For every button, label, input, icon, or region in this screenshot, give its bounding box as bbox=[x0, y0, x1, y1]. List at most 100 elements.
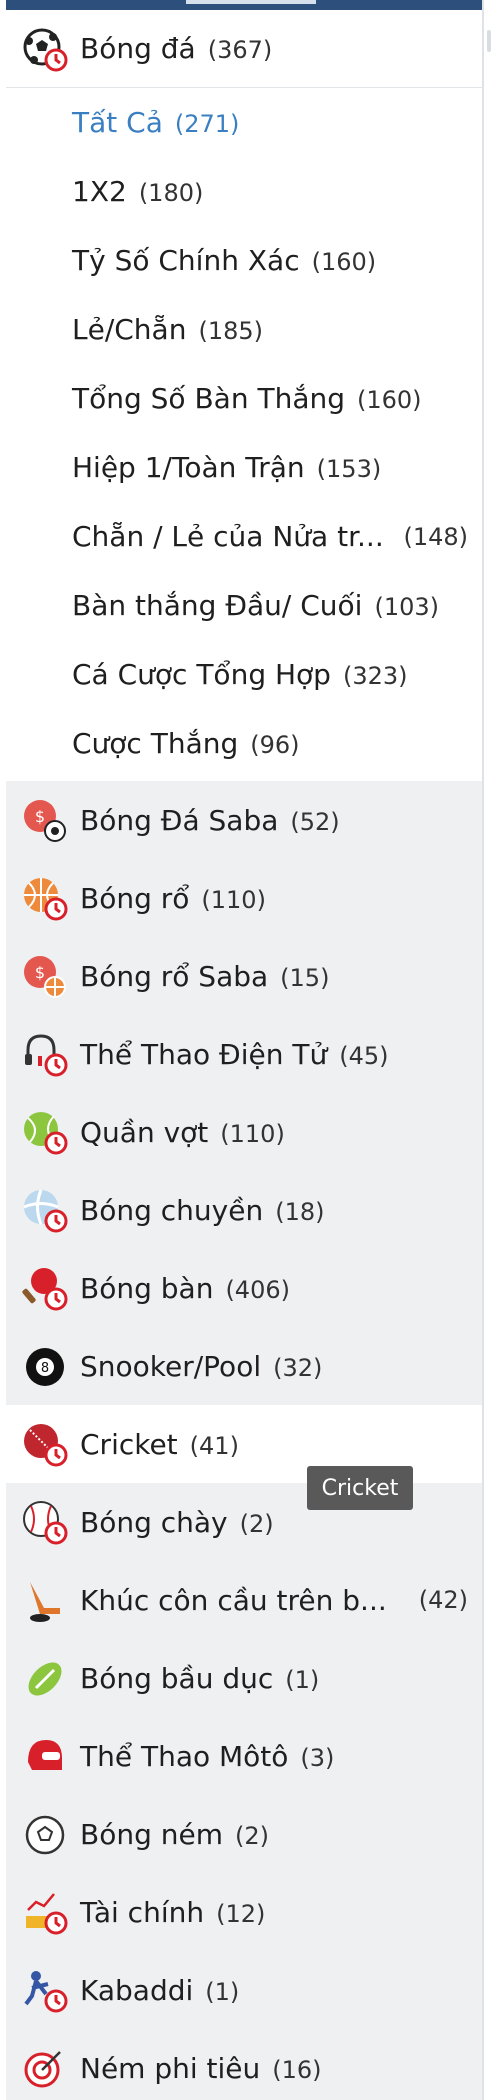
submenu-item-mix-parlay[interactable]: Cá Cược Tổng Hợp (323) bbox=[6, 640, 492, 709]
sport-count: (367) bbox=[207, 36, 273, 64]
submenu-item-half-odd-even[interactable]: Chẵn / Lẻ của Nửa tr... (148) bbox=[6, 502, 492, 571]
saba-basketball-icon: $ bbox=[24, 956, 66, 998]
saba-soccer-icon: $ bbox=[24, 800, 66, 842]
sport-count: (406) bbox=[225, 1275, 290, 1304]
sport-label: Bóng chuyền bbox=[80, 1193, 264, 1227]
sport-item-soccer[interactable]: Bóng đá (367) bbox=[6, 10, 492, 88]
volleyball-icon bbox=[23, 1189, 68, 1233]
submenu-count: (271) bbox=[174, 110, 240, 138]
basketball-icon bbox=[24, 878, 68, 921]
sport-label: Bóng rổ bbox=[80, 881, 190, 915]
sport-item-saba-soccer[interactable]: $ Bóng Đá Saba (52) bbox=[6, 781, 492, 859]
submenu-label: Cá Cược Tổng Hợp bbox=[72, 658, 331, 691]
sport-label: Bóng Đá Saba bbox=[80, 803, 279, 837]
sport-item-finance[interactable]: Tài chính (12) bbox=[6, 1873, 492, 1951]
submenu-item-first-last-goal[interactable]: Bàn thắng Đầu/ Cuối (103) bbox=[6, 571, 492, 640]
submenu-item-odd-even[interactable]: Lẻ/Chẵn (185) bbox=[6, 295, 492, 364]
sport-count: (42) bbox=[418, 1586, 468, 1614]
sport-count: (110) bbox=[220, 1119, 285, 1148]
sport-count: (41) bbox=[189, 1431, 239, 1460]
sport-item-ice-hockey[interactable]: Khúc côn cầu trên b... (42) bbox=[6, 1561, 492, 1639]
svg-text:8: 8 bbox=[41, 1361, 49, 1376]
sport-count: (45) bbox=[339, 1041, 389, 1070]
sport-count: (52) bbox=[290, 807, 340, 836]
sport-item-kabaddi[interactable]: Kabaddi (1) bbox=[6, 1951, 492, 2029]
kabaddi-icon bbox=[24, 1971, 68, 2013]
sport-label: Quần vợt bbox=[80, 1115, 209, 1149]
sport-label: Cricket bbox=[80, 1427, 178, 1461]
sport-count: (1) bbox=[285, 1665, 320, 1694]
sport-label: Bóng bàn bbox=[80, 1271, 214, 1305]
sport-count: (3) bbox=[300, 1743, 335, 1772]
submenu-count: (103) bbox=[374, 593, 440, 621]
finance-icon bbox=[26, 1893, 68, 1935]
sport-label: Ném phi tiêu bbox=[80, 2051, 261, 2085]
sport-count: (16) bbox=[272, 2055, 322, 2084]
submenu-item-total-goals[interactable]: Tổng Số Bàn Thắng (160) bbox=[6, 364, 492, 433]
tennis-icon bbox=[24, 1112, 68, 1155]
submenu-count: (153) bbox=[316, 455, 382, 483]
tooltip-cricket: Cricket bbox=[307, 1466, 413, 1510]
sport-label: Khúc côn cầu trên b... bbox=[80, 1583, 387, 1617]
sports-menu-panel: Bóng đá (367) Tất Cả (271) 1X2 (180) Tỷ Số … bbox=[6, 0, 492, 2100]
submenu-label: Chẵn / Lẻ của Nửa tr... bbox=[72, 520, 384, 553]
sport-item-table-tennis[interactable]: Bóng bàn (406) bbox=[6, 1249, 492, 1327]
submenu-count: (160) bbox=[357, 386, 422, 414]
submenu-item-all[interactable]: Tất Cả (271) bbox=[6, 88, 492, 157]
sport-count: (1) bbox=[205, 1977, 240, 2006]
submenu-label: Tỷ Số Chính Xác bbox=[72, 244, 300, 277]
submenu-count: (148) bbox=[403, 522, 468, 551]
sport-count: (32) bbox=[273, 1353, 323, 1382]
sport-label: Snooker/Pool bbox=[80, 1349, 262, 1383]
sport-item-basketball[interactable]: Bóng rổ (110) bbox=[6, 859, 492, 937]
rugby-ball-icon bbox=[28, 1662, 62, 1696]
submenu-label: Hiệp 1/Toàn Trận bbox=[72, 451, 305, 484]
submenu-item-correct-score[interactable]: Tỷ Số Chính Xác (160) bbox=[6, 226, 492, 295]
submenu-label: 1X2 bbox=[72, 175, 127, 208]
sport-item-cricket[interactable]: Cricket (41) bbox=[6, 1405, 492, 1483]
submenu-count: (185) bbox=[198, 317, 264, 345]
ice-hockey-icon bbox=[30, 1582, 60, 1622]
sport-count: (2) bbox=[239, 1509, 274, 1538]
scrollbar[interactable] bbox=[482, 0, 492, 2100]
soccer-ball-icon bbox=[23, 28, 68, 72]
scrollbar-thumb[interactable] bbox=[487, 30, 491, 52]
top-bar-active-tab[interactable] bbox=[186, 0, 316, 4]
submenu-item-outright[interactable]: Cược Thắng (96) bbox=[6, 709, 492, 778]
sport-item-rugby[interactable]: Bóng bầu dục (1) bbox=[6, 1639, 492, 1717]
submenu-label: Bàn thắng Đầu/ Cuối bbox=[72, 589, 363, 622]
sport-item-volleyball[interactable]: Bóng chuyền (18) bbox=[6, 1171, 492, 1249]
sport-item-snooker-pool[interactable]: 8 Snooker/Pool (32) bbox=[6, 1327, 492, 1405]
motorsport-helmet-icon bbox=[28, 1740, 62, 1770]
submenu-label: Tất Cả bbox=[72, 106, 163, 139]
sport-label: Bóng bầu dục bbox=[80, 1661, 274, 1695]
sport-label: Bóng chày bbox=[80, 1505, 228, 1539]
sport-item-motorsport[interactable]: Thể Thao Môtô (3) bbox=[6, 1717, 492, 1795]
sport-item-tennis[interactable]: Quần vợt (110) bbox=[6, 1093, 492, 1171]
sport-label: Tài chính bbox=[80, 1895, 205, 1929]
submenu-label: Lẻ/Chẵn bbox=[72, 313, 187, 346]
submenu-label: Cược Thắng bbox=[72, 727, 239, 760]
sport-item-darts[interactable]: Ném phi tiêu (16) bbox=[6, 2029, 492, 2100]
submenu-count: (96) bbox=[250, 731, 300, 759]
darts-icon bbox=[24, 2051, 61, 2088]
sport-count: (18) bbox=[275, 1197, 325, 1226]
table-tennis-icon bbox=[22, 1268, 68, 1311]
submenu-count: (180) bbox=[138, 179, 204, 207]
baseball-icon bbox=[23, 1501, 68, 1545]
submenu-item-1x2[interactable]: 1X2 (180) bbox=[6, 157, 492, 226]
sport-item-handball[interactable]: Bóng ném (2) bbox=[6, 1795, 492, 1873]
sport-label: Thể Thao Môtô bbox=[80, 1739, 289, 1773]
cricket-ball-icon bbox=[24, 1424, 68, 1467]
sport-label: Bóng rổ Saba bbox=[80, 959, 269, 993]
svg-text:$: $ bbox=[35, 807, 45, 826]
sport-count: (2) bbox=[235, 1821, 270, 1850]
submenu-count: (160) bbox=[311, 248, 377, 276]
sport-item-baseball[interactable]: Bóng chày (2) bbox=[6, 1483, 492, 1561]
submenu-label: Tổng Số Bàn Thắng bbox=[72, 382, 345, 415]
sport-item-esports[interactable]: Thể Thao Điện Tử (45) bbox=[6, 1015, 492, 1093]
sport-count: (15) bbox=[280, 963, 330, 992]
sport-item-saba-basketball[interactable]: $ Bóng rổ Saba (15) bbox=[6, 937, 492, 1015]
sport-label: Thể Thao Điện Tử bbox=[80, 1037, 328, 1071]
submenu-item-halftime-fulltime[interactable]: Hiệp 1/Toàn Trận (153) bbox=[6, 433, 492, 502]
